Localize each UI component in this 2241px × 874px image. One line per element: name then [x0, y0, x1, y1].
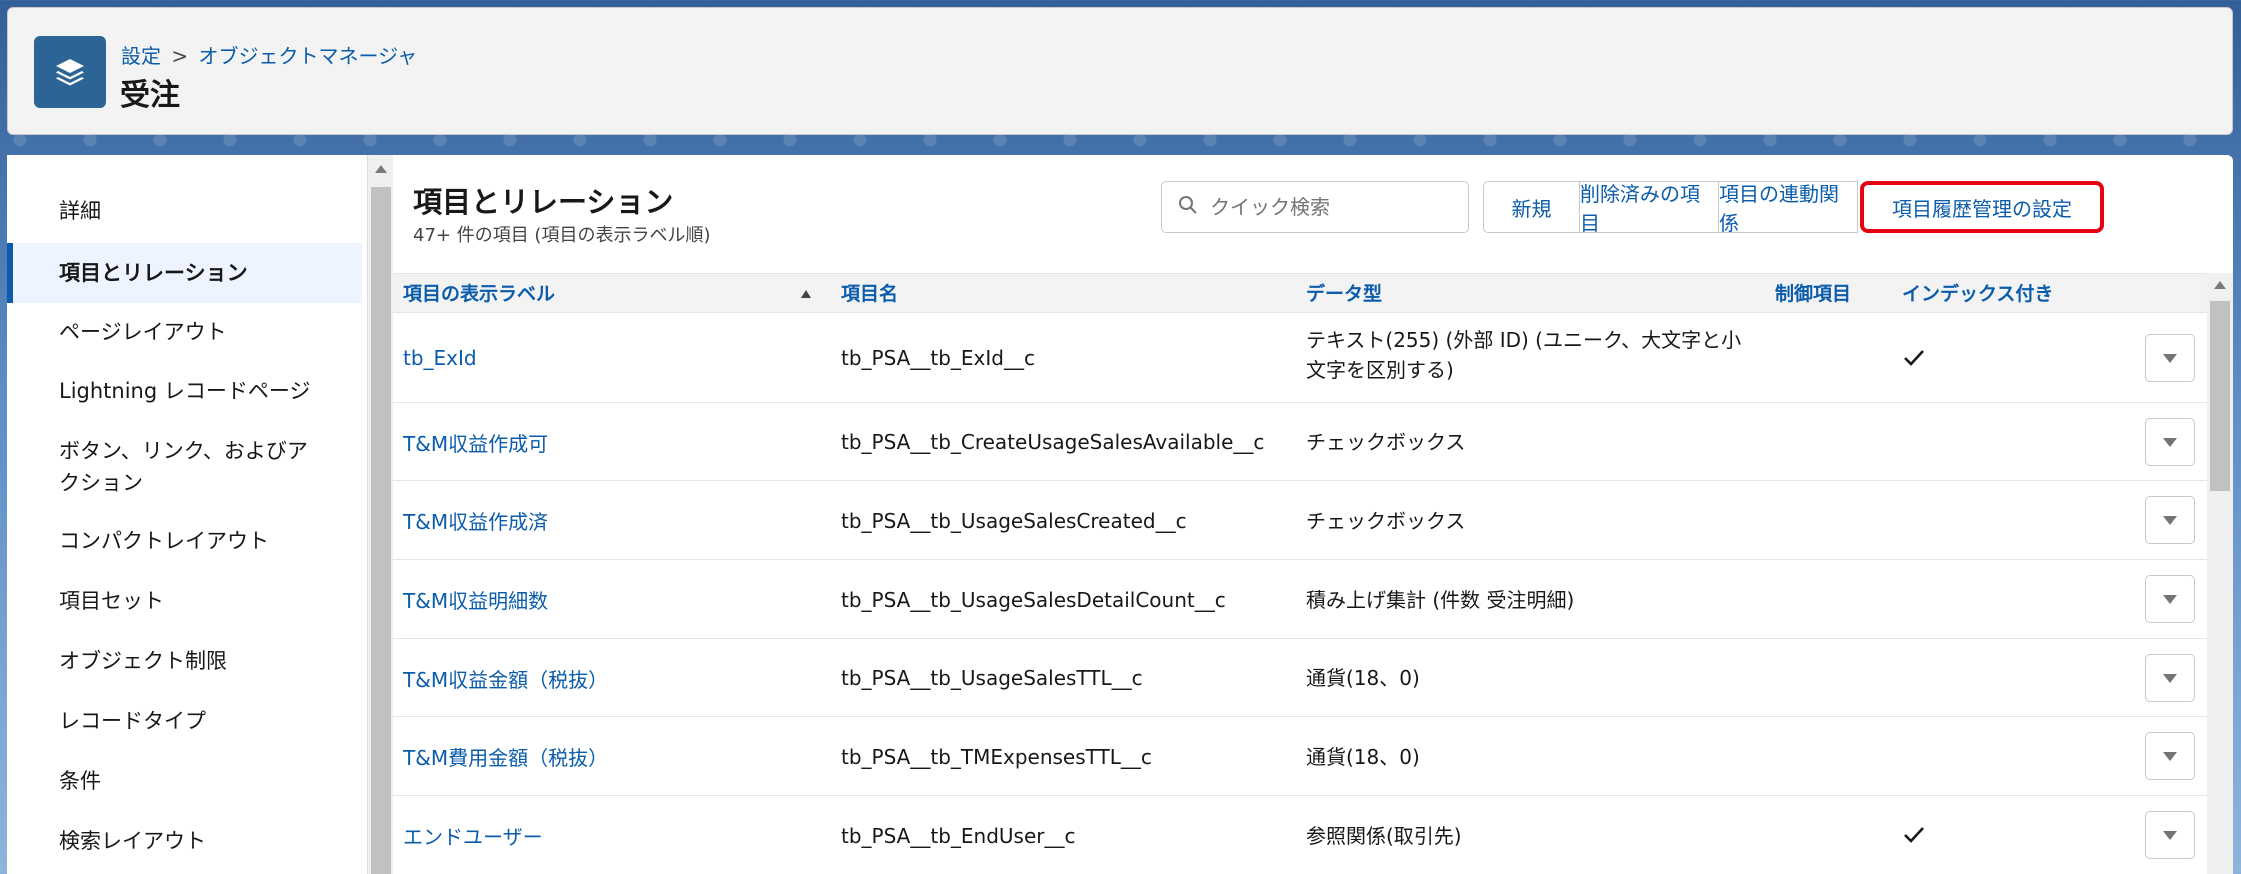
- sidebar-item-buttons-links-actions[interactable]: ボタン、リンク、およびア クション: [7, 435, 362, 499]
- chevron-down-icon: [2163, 830, 2177, 840]
- column-header-controlling[interactable]: 制御項目: [1775, 274, 1851, 314]
- sidebar-item-label-line2: クション: [59, 471, 143, 495]
- field-label-link[interactable]: T&M費用金額（税抜）: [403, 717, 608, 796]
- sidebar-item-object-limits[interactable]: オブジェクト制限: [7, 645, 362, 677]
- chevron-down-icon: [2163, 515, 2177, 525]
- column-header-indexed[interactable]: インデックス付き: [1902, 274, 2053, 314]
- field-data-type: チェックボックス: [1306, 430, 1466, 454]
- breadcrumb-separator: >: [171, 44, 189, 68]
- field-data-type-line2: 文字を区別する): [1306, 358, 1454, 382]
- field-data-type-line1: テキスト(255) (外部 ID) (ユニーク、大文字と小: [1306, 328, 1742, 352]
- sidebar-item-compact-layouts[interactable]: コンパクトレイアウト: [7, 525, 362, 557]
- sidebar-item-record-types[interactable]: レコードタイプ: [7, 705, 362, 737]
- field-data-type: 通貨(18、0): [1306, 744, 1420, 769]
- fields-table: 項目の表示ラベル 項目名 データ型 制御項目 インデックス付き tb_ExId …: [393, 273, 2207, 874]
- scroll-up-arrow-icon[interactable]: [2214, 281, 2226, 289]
- scrollbar-thumb[interactable]: [371, 187, 391, 874]
- breadcrumb: 設定 > オブジェクトマネージャ: [121, 40, 417, 69]
- field-dependencies-button[interactable]: 項目の連動関係: [1718, 181, 1858, 235]
- row-actions-button[interactable]: [2145, 732, 2195, 780]
- sidebar-item-conditions[interactable]: 条件: [7, 765, 362, 797]
- row-actions-button[interactable]: [2145, 334, 2195, 382]
- deleted-fields-button[interactable]: 削除済みの項目: [1579, 181, 1719, 235]
- column-header-api-name[interactable]: 項目名: [841, 274, 898, 314]
- chevron-down-icon: [2163, 673, 2177, 683]
- field-api-name: tb_PSA__tb_TMExpensesTTL__c: [841, 744, 1152, 769]
- breadcrumb-object-manager-link[interactable]: オブジェクトマネージャ: [198, 44, 417, 68]
- table-row: T&M収益作成済 tb_PSA__tb_UsageSalesCreated__c…: [393, 481, 2207, 560]
- table-row: T&M収益金額（税抜） tb_PSA__tb_UsageSalesTTL__c …: [393, 639, 2207, 717]
- main-panel: 詳細 項目とリレーション ページレイアウト Lightning レコードページ …: [7, 155, 2233, 874]
- table-row: T&M収益作成可 tb_PSA__tb_CreateUsageSalesAvai…: [393, 403, 2207, 481]
- checkmark-icon: [1903, 826, 1925, 848]
- sidebar: 詳細 項目とリレーション ページレイアウト Lightning レコードページ …: [7, 155, 367, 874]
- layers-icon: [34, 36, 106, 108]
- sidebar-item-lightning-record-pages[interactable]: Lightning レコードページ: [7, 375, 362, 407]
- field-api-name: tb_PSA__tb_ExId__c: [841, 346, 1035, 370]
- scroll-up-arrow-icon[interactable]: [375, 165, 387, 173]
- sort-ascending-icon[interactable]: [801, 290, 811, 298]
- field-data-type: 積み上げ集計 (件数 受注明細): [1306, 587, 1575, 612]
- sidebar-item-field-sets[interactable]: 項目セット: [7, 585, 362, 617]
- field-api-name: tb_PSA__tb_UsageSalesCreated__c: [841, 508, 1187, 533]
- chevron-down-icon: [2163, 751, 2177, 761]
- sidebar-item-label: ボタン、リンク、およびア: [59, 439, 308, 463]
- table-scrollbar[interactable]: [2207, 273, 2233, 874]
- sidebar-item-details[interactable]: 詳細: [7, 195, 362, 227]
- table-row: エンドユーザー tb_PSA__tb_EndUser__c 参照関係(取引先): [393, 796, 2207, 874]
- sidebar-scrollbar[interactable]: [367, 155, 393, 874]
- object-header: 設定 > オブジェクトマネージャ 受注: [7, 7, 2233, 135]
- quick-search[interactable]: [1161, 181, 1469, 233]
- history-tracking-button[interactable]: 項目履歴管理の設定: [1860, 181, 2104, 233]
- field-label-link[interactable]: T&M収益作成可: [403, 403, 548, 481]
- section-subtitle: 47+ 件の項目 (項目の表示ラベル順): [413, 225, 711, 246]
- row-actions-button[interactable]: [2145, 575, 2195, 623]
- action-button-group: 新規 削除済みの項目 項目の連動関係 項目履歴管理の設定: [1483, 181, 2104, 235]
- field-label-link[interactable]: tb_ExId: [403, 313, 477, 403]
- field-data-type: 通貨(18、0): [1306, 666, 1420, 690]
- search-icon: [1178, 195, 1198, 219]
- breadcrumb-setup-link[interactable]: 設定: [121, 44, 161, 68]
- column-header-label[interactable]: 項目の表示ラベル: [403, 274, 555, 314]
- field-data-type: チェックボックス: [1306, 508, 1466, 533]
- new-button[interactable]: 新規: [1483, 181, 1580, 233]
- page-title: 受注: [120, 78, 180, 113]
- scrollbar-thumb[interactable]: [2210, 301, 2230, 491]
- chevron-down-icon: [2163, 437, 2177, 447]
- table-row: T&M収益明細数 tb_PSA__tb_UsageSalesDetailCoun…: [393, 560, 2207, 639]
- chevron-down-icon: [2163, 353, 2177, 363]
- sidebar-item-fields-relationships[interactable]: 項目とリレーション: [7, 243, 362, 303]
- field-data-type: テキスト(255) (外部 ID) (ユニーク、大文字と小 文字を区別する): [1306, 325, 1756, 385]
- field-label-link[interactable]: T&M収益金額（税抜）: [403, 639, 608, 717]
- search-input[interactable]: [1210, 195, 1450, 219]
- sidebar-item-page-layouts[interactable]: ページレイアウト: [7, 316, 362, 348]
- chevron-down-icon: [2163, 594, 2177, 604]
- table-row: T&M費用金額（税抜） tb_PSA__tb_TMExpensesTTL__c …: [393, 717, 2207, 796]
- checkmark-icon: [1903, 349, 1925, 371]
- row-actions-button[interactable]: [2145, 418, 2195, 466]
- field-api-name: tb_PSA__tb_UsageSalesDetailCount__c: [841, 587, 1226, 612]
- field-label-link[interactable]: T&M収益作成済: [403, 481, 548, 560]
- section-title: 項目とリレーション: [413, 185, 674, 219]
- table-row: tb_ExId tb_PSA__tb_ExId__c テキスト(255) (外部…: [393, 313, 2207, 403]
- field-data-type: 参照関係(取引先): [1306, 823, 1462, 848]
- field-api-name: tb_PSA__tb_UsageSalesTTL__c: [841, 666, 1143, 690]
- sidebar-item-search-layouts[interactable]: 検索レイアウト: [7, 825, 362, 857]
- field-label-link[interactable]: エンドユーザー: [403, 796, 543, 874]
- table-header: 項目の表示ラベル 項目名 データ型 制御項目 インデックス付き: [393, 273, 2207, 313]
- row-actions-button[interactable]: [2145, 654, 2195, 702]
- fields-content: 項目とリレーション 47+ 件の項目 (項目の表示ラベル順) 新規 削除済みの項…: [393, 155, 2233, 874]
- field-api-name: tb_PSA__tb_CreateUsageSalesAvailable__c: [841, 430, 1265, 454]
- field-label-link[interactable]: T&M収益明細数: [403, 560, 548, 639]
- field-api-name: tb_PSA__tb_EndUser__c: [841, 823, 1076, 848]
- column-header-data-type[interactable]: データ型: [1306, 274, 1382, 314]
- row-actions-button[interactable]: [2145, 811, 2195, 859]
- row-actions-button[interactable]: [2145, 496, 2195, 544]
